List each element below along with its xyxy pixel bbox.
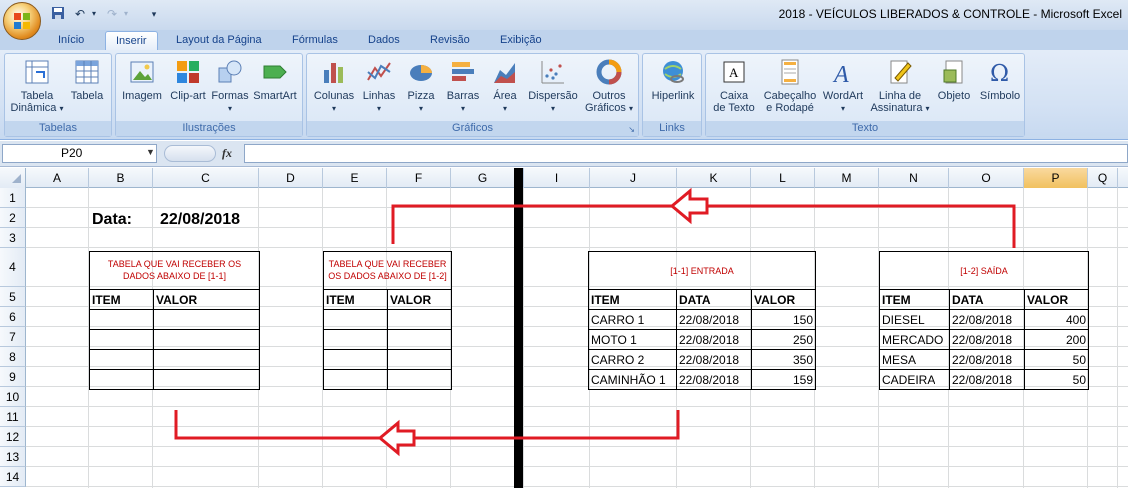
bottom-arrow-left-icon — [377, 419, 416, 457]
bottom-connector-left-line — [174, 410, 414, 440]
top-connector-right-line — [706, 204, 1016, 248]
red-arrows-overlay — [174, 187, 1016, 457]
top-arrow-left-icon — [669, 187, 709, 225]
top-connector-left-line — [391, 204, 673, 244]
office-button[interactable] — [3, 2, 41, 40]
office-logo-icon — [14, 13, 30, 29]
bottom-connector-right-line — [414, 410, 680, 440]
